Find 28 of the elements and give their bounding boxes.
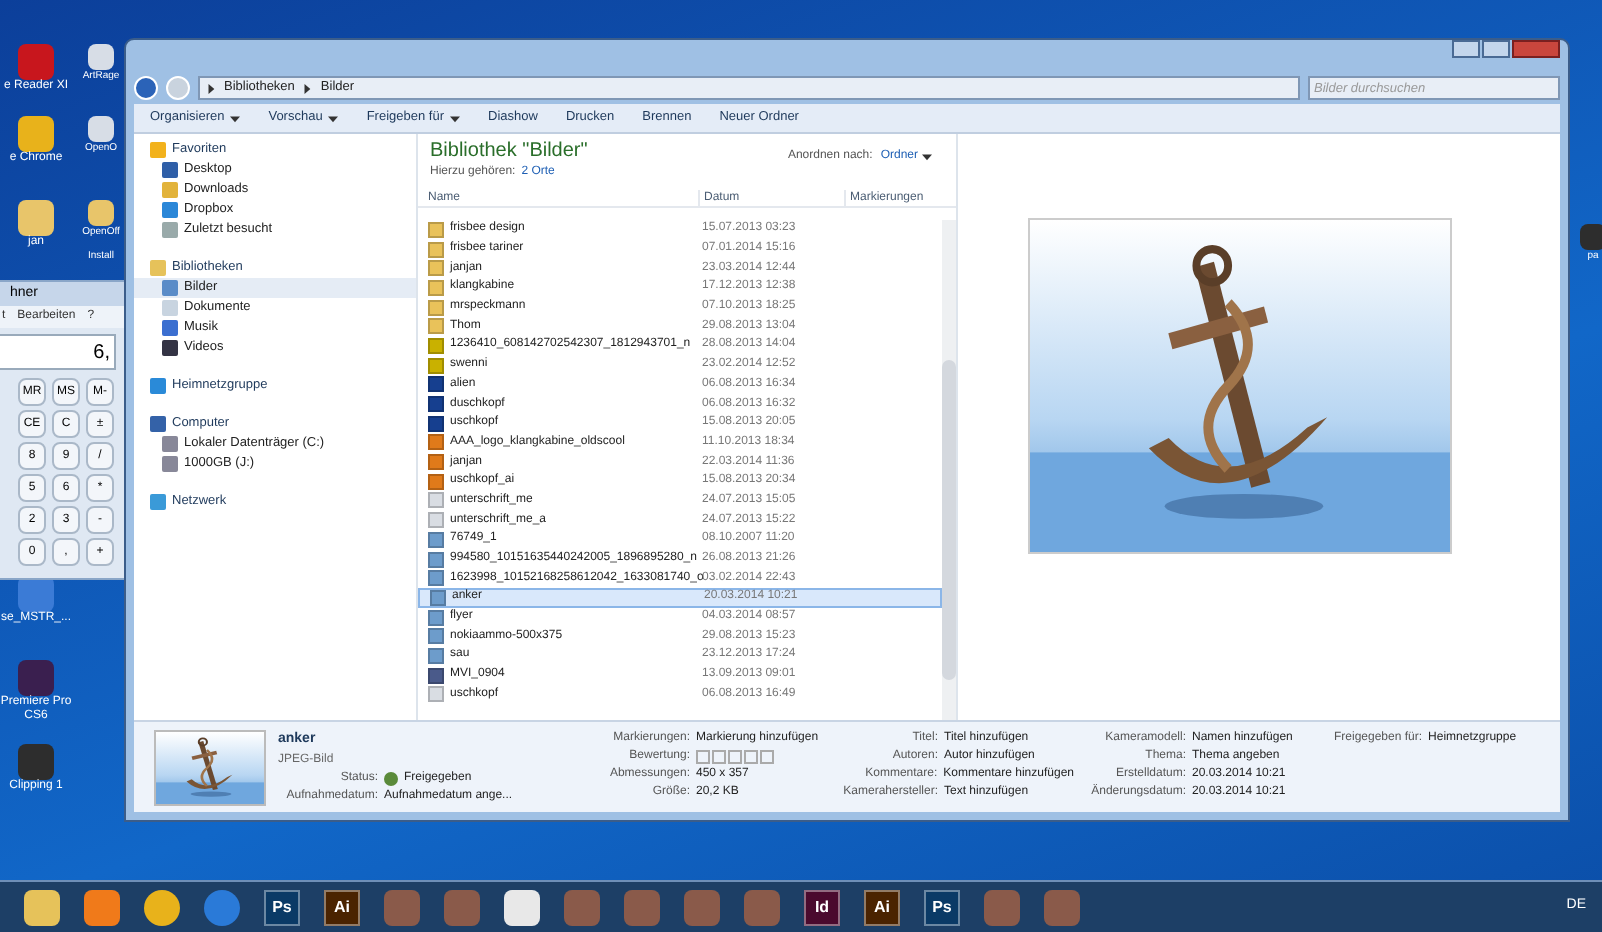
app-icon[interactable] — [88, 44, 114, 70]
caret-icon — [922, 152, 932, 162]
close-button[interactable] — [1512, 40, 1560, 58]
minimize-button[interactable] — [1452, 40, 1480, 58]
app-icon[interactable] — [504, 889, 540, 925]
forward-button[interactable] — [166, 76, 190, 100]
library-title: Bibliothek "Bilder" — [430, 140, 588, 164]
file-icon — [428, 686, 444, 703]
maximize-button[interactable] — [1482, 40, 1510, 58]
folder-icon[interactable] — [18, 200, 54, 236]
app-icon[interactable]: Ai — [864, 889, 900, 925]
caret-icon — [302, 83, 313, 93]
calculator-display: 6, — [0, 334, 116, 370]
scrollbar[interactable] — [942, 220, 956, 720]
caret-icon — [450, 113, 460, 123]
app-icon[interactable]: Id — [804, 889, 840, 925]
caret-icon — [328, 113, 339, 123]
caret-icon — [206, 83, 216, 93]
folder-icon[interactable] — [88, 200, 114, 226]
app-icon[interactable]: Ps — [924, 889, 960, 925]
app-icon[interactable] — [84, 889, 120, 925]
folder-icon[interactable] — [24, 889, 60, 925]
app-icon[interactable]: Ps — [264, 889, 300, 925]
back-button[interactable] — [134, 76, 158, 100]
app-icon[interactable] — [18, 116, 54, 152]
app-icon[interactable] — [88, 116, 114, 142]
caret-icon — [230, 113, 241, 123]
app-icon[interactable]: Ai — [324, 889, 360, 925]
